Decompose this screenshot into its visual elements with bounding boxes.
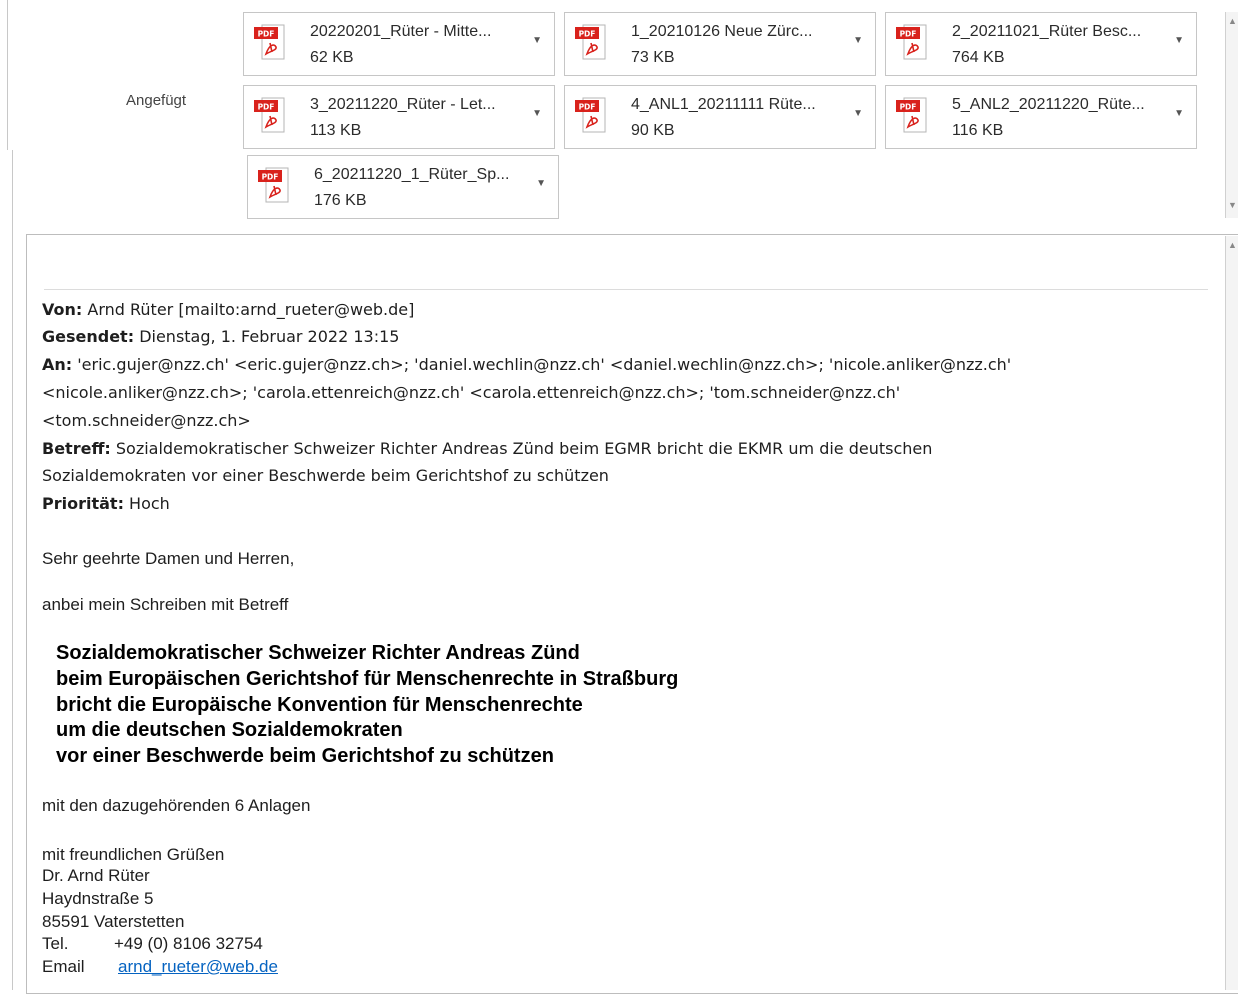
signature-city: 85591 Vaterstetten — [42, 912, 185, 931]
chevron-down-icon[interactable]: ▼ — [532, 108, 542, 119]
bold-subject-line: Sozialdemokratischer Schweizer Richter A… — [56, 642, 580, 664]
sent-value: Dienstag, 1. Februar 2022 13:15 — [134, 327, 400, 346]
tel-value: +49 (0) 8106 32754 — [114, 934, 263, 953]
attachment-item[interactable]: PDF 6_20211220_1_Rüter_Sp... 176 KB ▼ — [247, 155, 559, 219]
pdf-file-icon: PDF — [254, 97, 285, 133]
chevron-down-icon[interactable]: ▼ — [536, 178, 546, 189]
chevron-down-icon[interactable]: ▼ — [853, 35, 863, 46]
scroll-up-icon[interactable]: ▲ — [1228, 240, 1237, 250]
attachment-item[interactable]: PDF 5_ANL2_20211220_Rüte... 116 KB ▼ — [885, 85, 1197, 149]
attachment-name: 5_ANL2_20211220_Rüte... — [952, 96, 1145, 113]
pdf-file-icon: PDF — [258, 167, 289, 203]
svg-text:PDF: PDF — [900, 103, 917, 112]
attachment-size: 764 KB — [952, 49, 1005, 66]
to-label: An: — [42, 355, 73, 374]
svg-text:PDF: PDF — [900, 30, 917, 39]
signature-street: Haydnstraße 5 — [42, 889, 154, 908]
attachment-item[interactable]: PDF 20220201_Rüter - Mitte... 62 KB ▼ — [243, 12, 555, 76]
svg-text:PDF: PDF — [262, 173, 279, 182]
chevron-down-icon[interactable]: ▼ — [1174, 35, 1184, 46]
email-link[interactable]: arnd_rueter@web.de — [118, 957, 278, 976]
to-line-cont: <nicole.anliker@nzz.ch>; 'carola.ettenre… — [42, 383, 901, 402]
attachment-size: 176 KB — [314, 192, 367, 209]
priority-label: Priorität: — [42, 494, 124, 513]
bold-subject-line: beim Europäischen Gerichtshof für Mensch… — [56, 668, 679, 690]
window-edge — [12, 150, 13, 990]
attachment-size: 113 KB — [310, 122, 362, 139]
tel-label: Tel. — [42, 934, 69, 953]
from-label: Von: — [42, 300, 83, 319]
signature-tel: Tel. +49 (0) 8106 32754 — [42, 934, 263, 953]
chevron-down-icon[interactable]: ▼ — [1174, 108, 1184, 119]
sent-label: Gesendet: — [42, 327, 135, 346]
subject-line: Betreff: Sozialdemokratischer Schweizer … — [42, 439, 932, 458]
attachment-name: 20220201_Rüter - Mitte... — [310, 23, 492, 40]
svg-text:PDF: PDF — [258, 30, 275, 39]
priority-value: Hoch — [123, 494, 170, 513]
attachment-size: 116 KB — [952, 122, 1004, 139]
from-line: Von: Arnd Rüter [mailto:arnd_rueter@web.… — [42, 300, 414, 319]
attachment-item[interactable]: PDF 2_20211021_Rüter Besc... 764 KB ▼ — [885, 12, 1197, 76]
subject-label: Betreff: — [42, 439, 111, 458]
attachment-name: 3_20211220_Rüter - Let... — [310, 96, 496, 113]
svg-text:PDF: PDF — [579, 30, 596, 39]
pdf-file-icon: PDF — [575, 97, 606, 133]
email-label: Email — [42, 957, 85, 976]
subject-line-cont: Sozialdemokraten vor einer Beschwerde be… — [42, 466, 609, 485]
attachment-item[interactable]: PDF 4_ANL1_20211111 Rüte... 90 KB ▼ — [564, 85, 876, 149]
attachment-item[interactable]: PDF 3_20211220_Rüter - Let... 113 KB ▼ — [243, 85, 555, 149]
window-edge — [7, 0, 8, 150]
intro-text: anbei mein Schreiben mit Betreff — [42, 595, 289, 614]
to-line: An: 'eric.gujer@nzz.ch' <eric.gujer@nzz.… — [42, 355, 1011, 374]
bold-subject-line: vor einer Beschwerde beim Gerichtshof zu… — [56, 745, 554, 767]
bold-subject-line: bricht die Europäische Konvention für Me… — [56, 694, 583, 716]
message-scrollbar[interactable]: ▲ — [1225, 236, 1238, 990]
scroll-down-icon[interactable]: ▼ — [1228, 200, 1237, 210]
attachments-note: mit den dazugehörenden 6 Anlagen — [42, 796, 311, 815]
to-line-cont: <tom.schneider@nzz.ch> — [42, 411, 251, 430]
pdf-file-icon: PDF — [896, 24, 927, 60]
pdf-file-icon: PDF — [254, 24, 285, 60]
to-value: 'eric.gujer@nzz.ch' <eric.gujer@nzz.ch>;… — [72, 355, 1012, 374]
subject-value: Sozialdemokratischer Schweizer Richter A… — [110, 439, 933, 458]
pdf-file-icon: PDF — [896, 97, 927, 133]
attachment-name: 4_ANL1_20211111 Rüte... — [631, 96, 816, 113]
attachment-name: 2_20211021_Rüter Besc... — [952, 23, 1142, 40]
chevron-down-icon[interactable]: ▼ — [532, 35, 542, 46]
scroll-up-icon[interactable]: ▲ — [1228, 16, 1237, 26]
priority-line: Priorität: Hoch — [42, 494, 170, 513]
attachment-size: 73 KB — [631, 49, 675, 66]
attachment-size: 62 KB — [310, 49, 354, 66]
attached-label: Angefügt — [126, 92, 187, 109]
bold-subject-line: um die deutschen Sozialdemokraten — [56, 719, 403, 741]
svg-text:PDF: PDF — [258, 103, 275, 112]
attachment-name: 6_20211220_1_Rüter_Sp... — [314, 166, 510, 183]
signature-name: Dr. Arnd Rüter — [42, 866, 150, 885]
attachments-scrollbar[interactable]: ▲ ▼ — [1225, 12, 1238, 218]
separator — [44, 289, 1208, 290]
pdf-file-icon: PDF — [575, 24, 606, 60]
svg-text:PDF: PDF — [579, 103, 596, 112]
chevron-down-icon[interactable]: ▼ — [853, 108, 863, 119]
attachment-size: 90 KB — [631, 122, 675, 139]
attachment-name: 1_20210126 Neue Zürc... — [631, 23, 813, 40]
signature-email: Email arnd_rueter@web.de — [42, 957, 278, 976]
attachment-item[interactable]: PDF 1_20210126 Neue Zürc... 73 KB ▼ — [564, 12, 876, 76]
greeting: Sehr geehrte Damen und Herren, — [42, 549, 295, 568]
signature-closing: mit freundlichen Grüßen — [42, 845, 225, 864]
from-value: Arnd Rüter [mailto:arnd_rueter@web.de] — [82, 300, 415, 319]
sent-line: Gesendet: Dienstag, 1. Februar 2022 13:1… — [42, 327, 399, 346]
